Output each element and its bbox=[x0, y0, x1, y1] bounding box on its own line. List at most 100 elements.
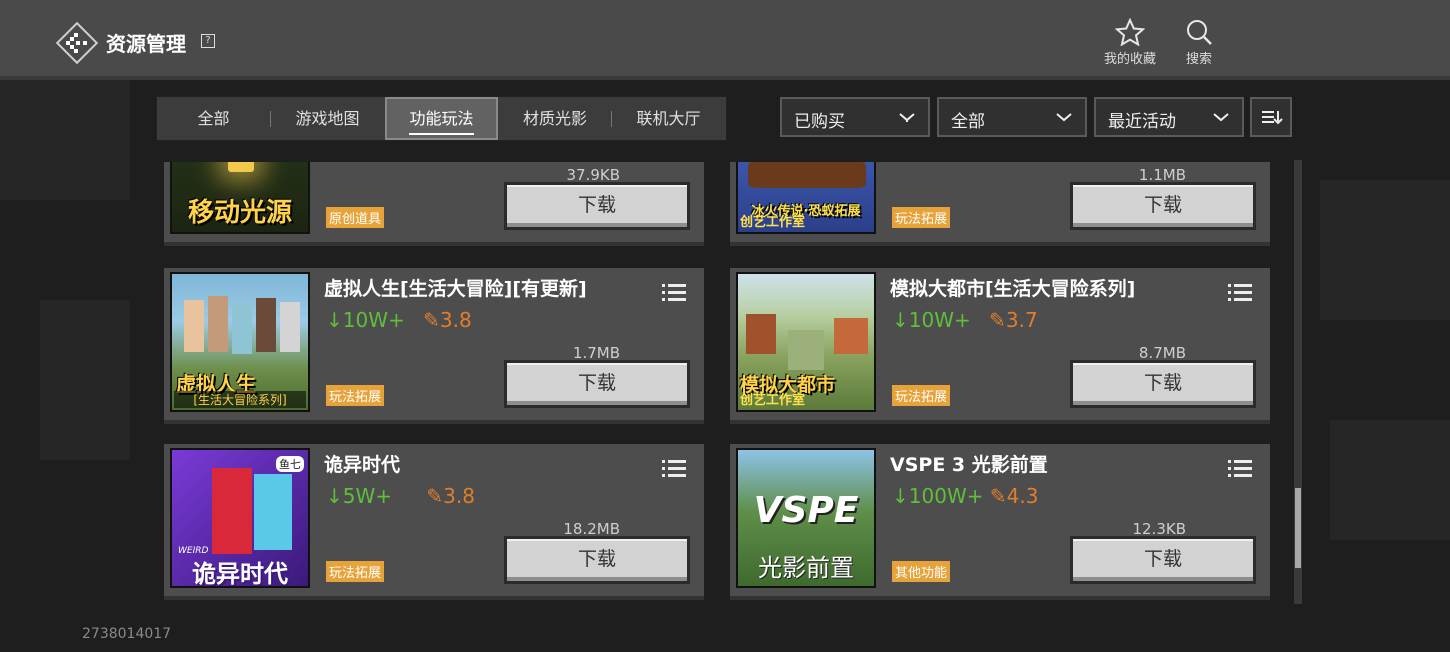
resource-thumbnail: 虚拟人生 [生活大冒险系列] bbox=[170, 272, 310, 412]
rating-value: 3.7 bbox=[1005, 308, 1038, 332]
back-button[interactable] bbox=[54, 20, 99, 65]
download-arrow-icon: ↓ bbox=[326, 308, 343, 332]
thumbnail-subcaption: 创艺工作室 bbox=[740, 393, 806, 408]
download-count: 10W+ bbox=[908, 308, 971, 332]
rating-carrot-icon: ✎ bbox=[989, 484, 1007, 508]
resource-card[interactable]: 模拟大都市 创艺工作室 模拟大都市[生活大冒险系列] ↓10W+ ✎3.7 8.… bbox=[730, 268, 1270, 424]
thumbnail-subcaption: [生活大冒险系列] bbox=[174, 391, 306, 408]
help-icon[interactable]: ? bbox=[201, 34, 215, 48]
download-button[interactable]: 下载 bbox=[1070, 182, 1256, 230]
download-count: 5W+ bbox=[342, 484, 393, 508]
resource-title: VSPE 3 光影前置 bbox=[890, 454, 1048, 476]
category-tag: 原创道具 bbox=[326, 207, 385, 228]
tab-game-maps[interactable]: 游戏地图 bbox=[271, 97, 384, 140]
rating-value: 3.8 bbox=[443, 484, 475, 508]
character-figure bbox=[254, 474, 292, 550]
download-count: 10W+ bbox=[342, 308, 405, 332]
favorites-button[interactable]: 我的收藏 bbox=[1104, 18, 1156, 67]
category-filter-dropdown[interactable]: 全部 bbox=[937, 97, 1087, 137]
category-tag: 其他功能 bbox=[892, 561, 951, 582]
rating-value: 4.3 bbox=[1006, 484, 1039, 508]
download-arrow-icon: ↓ bbox=[326, 484, 343, 508]
more-menu-icon[interactable] bbox=[1228, 282, 1252, 302]
top-bar: 资源管理 ? 我的收藏 搜索 bbox=[0, 0, 1450, 80]
background-block bbox=[40, 300, 130, 460]
resource-card[interactable]: 移动光源 37.9KB 原创道具 下载 bbox=[164, 162, 704, 246]
download-button[interactable]: 下载 bbox=[504, 360, 690, 408]
search-icon bbox=[1187, 20, 1212, 45]
sort-direction-button[interactable] bbox=[1250, 97, 1292, 137]
category-tag: 玩法拓展 bbox=[892, 385, 951, 406]
thumbnail-caption: 移动光源 bbox=[187, 198, 292, 228]
resource-thumbnail: 移动光源 bbox=[170, 162, 310, 234]
category-filter-value: 全部 bbox=[951, 112, 985, 132]
character-figure bbox=[184, 300, 204, 352]
building-figure bbox=[834, 318, 868, 354]
thumbnail-subcaption: 创艺工作室 bbox=[740, 215, 806, 230]
resource-card[interactable]: 鱼七 WEIRD 诡异时代 诡异时代 ↓5W+ ✎3.8 18.2MB 玩法拓展… bbox=[164, 444, 704, 600]
character-figure bbox=[256, 298, 276, 352]
user-id: 2738014017 bbox=[82, 626, 172, 642]
resource-title: 诡异时代 bbox=[324, 454, 401, 476]
character-figure bbox=[208, 296, 228, 352]
resource-card[interactable]: 冰火传说·恐蚁拓展 创艺工作室 1.1MB 玩法拓展 下载 bbox=[730, 162, 1270, 246]
tab-multiplayer-lobby[interactable]: 联机大厅 bbox=[612, 97, 725, 140]
favorites-label: 我的收藏 bbox=[1104, 52, 1157, 67]
background-block bbox=[0, 80, 130, 200]
download-button[interactable]: 下载 bbox=[504, 536, 690, 584]
download-count: 100W+ bbox=[908, 484, 984, 508]
chevron-down-icon bbox=[1056, 113, 1072, 122]
rating-carrot-icon: ✎ bbox=[989, 308, 1006, 332]
resource-stats: ↓10W+ ✎3.8 bbox=[326, 308, 472, 332]
resource-thumbnail: 模拟大都市 创艺工作室 bbox=[736, 272, 876, 412]
page-title: 资源管理 bbox=[106, 32, 186, 56]
more-menu-icon[interactable] bbox=[662, 282, 686, 302]
back-diamond-icon bbox=[55, 21, 99, 65]
resource-card[interactable]: 虚拟人生 [生活大冒险系列] 虚拟人生[生活大冒险][有更新] ↓10W+ ✎3… bbox=[164, 268, 704, 424]
background-block bbox=[1320, 180, 1450, 320]
sort-icon bbox=[1262, 111, 1283, 125]
category-tag: 玩法拓展 bbox=[326, 561, 385, 582]
resource-list[interactable]: 移动光源 37.9KB 原创道具 下载 冰火传说·恐蚁拓展 创艺工作室 1.1M… bbox=[160, 162, 1280, 602]
thumbnail-subcaption: 光影前置 bbox=[758, 554, 854, 582]
rating-value: 3.8 bbox=[439, 308, 472, 332]
resource-thumbnail: 冰火传说·恐蚁拓展 创艺工作室 bbox=[736, 162, 876, 234]
tab-gameplay[interactable]: 功能玩法 bbox=[385, 97, 498, 140]
author-badge: 鱼七 bbox=[276, 456, 304, 472]
character-figure bbox=[280, 302, 300, 352]
tab-textures-shaders[interactable]: 材质光影 bbox=[499, 97, 611, 140]
road-figure bbox=[788, 330, 824, 370]
tab-all[interactable]: 全部 bbox=[157, 97, 270, 140]
thumbnail-caption: 诡异时代 bbox=[192, 560, 288, 588]
purchase-filter-dropdown[interactable]: 已购买 bbox=[780, 97, 930, 137]
background-block bbox=[1330, 420, 1450, 540]
download-button[interactable]: 下载 bbox=[504, 182, 690, 230]
more-menu-icon[interactable] bbox=[662, 458, 686, 478]
resource-stats: ↓100W+ ✎4.3 bbox=[892, 484, 1038, 508]
download-button[interactable]: 下载 bbox=[1070, 536, 1256, 584]
search-label: 搜索 bbox=[1185, 52, 1212, 67]
star-icon bbox=[1115, 18, 1145, 46]
character-figure bbox=[212, 468, 252, 554]
category-tag: 玩法拓展 bbox=[326, 385, 385, 406]
more-menu-icon[interactable] bbox=[1228, 458, 1252, 478]
chevron-down-icon bbox=[899, 113, 915, 122]
purchase-filter-value: 已购买 bbox=[794, 112, 845, 132]
order-filter-value: 最近活动 bbox=[1108, 112, 1176, 132]
category-tabs: 全部 游戏地图 功能玩法 材质光影 联机大厅 bbox=[156, 96, 727, 141]
download-button[interactable]: 下载 bbox=[1070, 360, 1256, 408]
order-filter-dropdown[interactable]: 最近活动 bbox=[1094, 97, 1244, 137]
resource-card[interactable]: VSPE 光影前置 VSPE 3 光影前置 ↓100W+ ✎4.3 12.3KB… bbox=[730, 444, 1270, 600]
scrollbar-thumb[interactable] bbox=[1295, 488, 1301, 568]
rating-carrot-icon: ✎ bbox=[426, 484, 444, 508]
resource-thumbnail: VSPE 光影前置 bbox=[736, 448, 876, 588]
resource-stats: ↓5W+ ✎3.8 bbox=[326, 484, 475, 508]
chevron-down-icon bbox=[1213, 113, 1229, 122]
torch-glow bbox=[228, 162, 254, 172]
thumbnail-caption: VSPE bbox=[753, 490, 859, 531]
category-tag: 玩法拓展 bbox=[892, 207, 951, 228]
ant-figure bbox=[748, 162, 866, 188]
resource-thumbnail: 鱼七 WEIRD 诡异时代 bbox=[170, 448, 310, 588]
download-arrow-icon: ↓ bbox=[892, 308, 909, 332]
search-button[interactable]: 搜索 bbox=[1184, 18, 1214, 67]
